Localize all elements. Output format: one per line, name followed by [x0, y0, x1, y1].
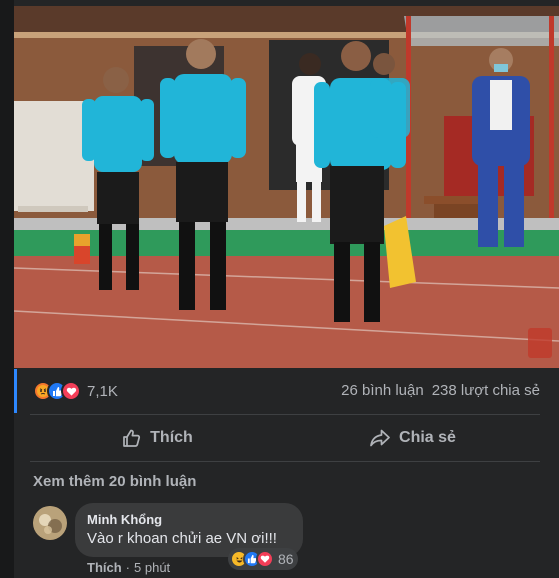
comment-like-link[interactable]: Thích [87, 560, 122, 575]
comment-meta: Thích · 5 phút [87, 560, 170, 575]
divider-bottom [30, 461, 540, 462]
share-button[interactable]: Chia sẻ [285, 420, 540, 456]
share-button-label: Chia sẻ [399, 429, 456, 446]
shares-count-link[interactable]: 238 lượt chia sẻ [432, 382, 540, 399]
reaction-count: 7,1K [87, 382, 118, 400]
comment-text: Vào r khoan chửi ae VN ơi!!! [87, 530, 277, 547]
comment-reactions[interactable]: 86 [228, 548, 298, 570]
post-stats: 26 bình luận 238 lượt chia sẻ [341, 382, 540, 399]
comment-author-link[interactable]: Minh Khổng [87, 512, 162, 527]
love-icon [61, 381, 81, 401]
comment-timestamp[interactable]: 5 phút [134, 560, 170, 575]
thumbs-up-icon [122, 428, 142, 448]
photo-illustration [14, 6, 559, 368]
love-icon [256, 550, 274, 568]
like-button[interactable]: Thích [30, 420, 285, 456]
meta-separator: · [125, 560, 131, 575]
comment-reaction-count: 86 [278, 551, 294, 567]
comments-count-link[interactable]: 26 bình luận [341, 382, 424, 399]
post-photo[interactable] [14, 6, 559, 368]
avatar[interactable] [33, 506, 67, 540]
divider-top [30, 414, 540, 415]
share-arrow-icon [369, 428, 391, 448]
post-focus-accent [14, 369, 17, 413]
like-button-label: Thích [150, 429, 193, 446]
reactions-summary[interactable]: 7,1K [33, 380, 118, 402]
see-more-comments-link[interactable]: Xem thêm 20 bình luận [33, 473, 196, 490]
page: 7,1K 26 bình luận 238 lượt chia sẻ Thích… [0, 0, 559, 578]
